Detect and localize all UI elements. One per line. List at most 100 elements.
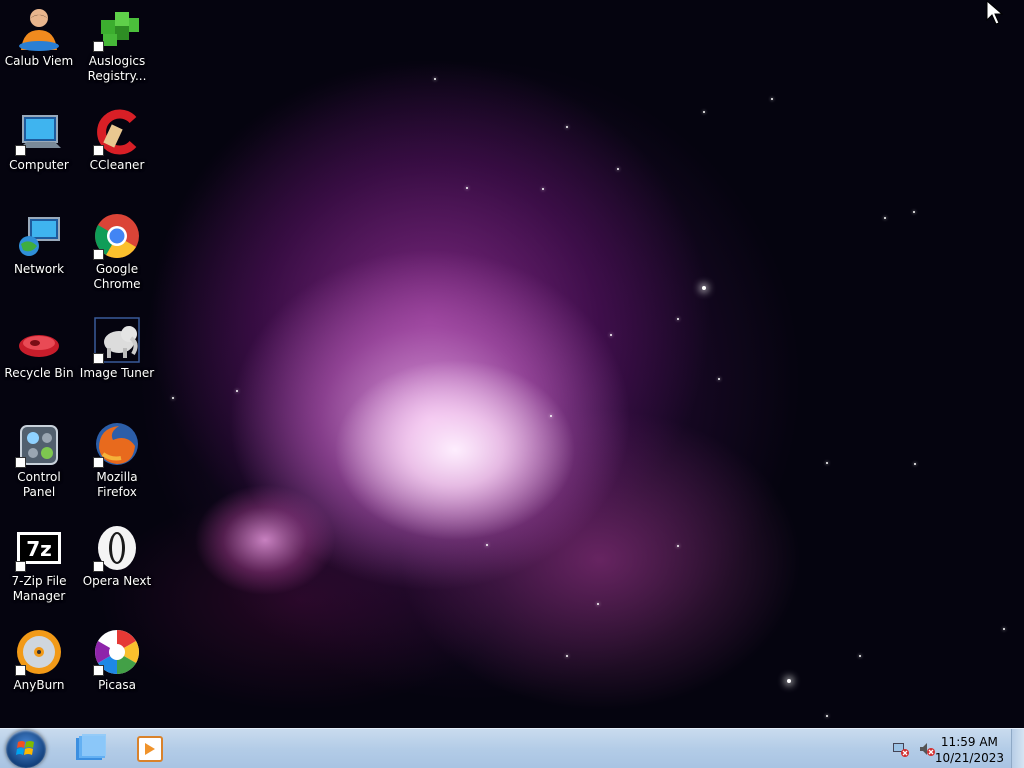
desktop-wallpaper: Calub Viem Computer Network Recycle Bin …: [0, 0, 1024, 728]
star: [702, 286, 706, 290]
network-icon: [15, 212, 63, 260]
star: [542, 188, 544, 190]
taskbar-media-player[interactable]: [128, 732, 172, 766]
star: [550, 415, 552, 417]
recycle-bin-icon: [15, 316, 63, 364]
windows-logo-icon: [16, 741, 34, 755]
icon-label: Image Tuner: [79, 366, 155, 380]
show-desktop-button[interactable]: [1011, 729, 1024, 768]
start-button[interactable]: [6, 730, 46, 768]
shortcut-arrow-icon: [15, 145, 26, 156]
icon-label: Auslogics: [88, 54, 146, 68]
star: [677, 545, 679, 547]
desktop-icon-picasa[interactable]: Picasa: [78, 624, 156, 693]
7zip-icon: 7z: [15, 524, 63, 572]
desktop-icon-auslogics-registry[interactable]: Auslogics Registry...: [78, 0, 156, 84]
icon-label: Manager: [12, 589, 66, 603]
star: [172, 397, 174, 399]
network-tray-icon[interactable]: [892, 741, 910, 761]
desktop-icon-network[interactable]: Network: [0, 208, 78, 277]
star: [914, 463, 916, 465]
registry-cleaner-icon: [93, 4, 141, 52]
file-explorer-icon: [76, 734, 106, 760]
computer-icon: [15, 108, 63, 156]
taskbar-file-explorer[interactable]: [68, 732, 112, 766]
desktop-icon-opera-next[interactable]: Opera Next: [78, 520, 156, 589]
opera-icon: [93, 524, 141, 572]
icon-label: Mozilla: [96, 470, 138, 484]
star: [466, 187, 468, 189]
anyburn-icon: [15, 628, 63, 676]
icon-label: Chrome: [93, 277, 141, 291]
star: [703, 111, 705, 113]
icon-label: Firefox: [97, 485, 137, 499]
star: [826, 462, 828, 464]
desktop-icon-image-tuner[interactable]: Image Tuner: [78, 312, 156, 381]
ccleaner-icon: [93, 108, 141, 156]
shortcut-arrow-icon: [93, 249, 104, 260]
star: [236, 390, 238, 392]
star: [1003, 628, 1005, 630]
icon-label: Network: [13, 262, 65, 276]
icon-label: Google: [95, 262, 139, 276]
mouse-cursor-icon: [986, 0, 1006, 30]
clock[interactable]: 11:59 AM 10/21/2023: [935, 734, 1004, 766]
shortcut-arrow-icon: [93, 353, 104, 364]
star: [486, 544, 488, 546]
control-panel-icon: [15, 420, 63, 468]
star: [597, 603, 599, 605]
star: [610, 334, 612, 336]
clock-date: 10/21/2023: [934, 751, 1004, 765]
shortcut-arrow-icon: [93, 665, 104, 676]
icon-label: CCleaner: [89, 158, 145, 172]
chrome-icon: [93, 212, 141, 260]
media-player-icon: [137, 736, 163, 762]
desktop-icon-control-panel[interactable]: Control Panel: [0, 416, 78, 500]
firefox-icon: [93, 420, 141, 468]
icon-label: Computer: [9, 158, 69, 172]
shortcut-arrow-icon: [15, 665, 26, 676]
desktop-icon-mozilla-firefox[interactable]: Mozilla Firefox: [78, 416, 156, 500]
svg-text:7z: 7z: [26, 537, 52, 561]
icon-label: Registry...: [87, 69, 147, 83]
desktop-icon-user[interactable]: Calub Viem: [0, 0, 78, 69]
star: [718, 378, 720, 380]
shortcut-arrow-icon: [15, 561, 26, 572]
taskbar: 11:59 AM 10/21/2023: [0, 728, 1024, 768]
icon-label: 7-Zip File: [11, 574, 67, 588]
desktop-icon-google-chrome[interactable]: Google Chrome: [78, 208, 156, 292]
picasa-icon: [93, 628, 141, 676]
star: [434, 78, 436, 80]
icon-label: Picasa: [98, 678, 136, 692]
clock-time: 11:59 AM: [940, 735, 998, 749]
user-icon: [15, 4, 63, 52]
desktop-icon-computer[interactable]: Computer: [0, 104, 78, 173]
star: [884, 217, 886, 219]
star: [566, 126, 568, 128]
star: [859, 655, 861, 657]
shortcut-arrow-icon: [93, 41, 104, 52]
star: [826, 715, 828, 717]
star: [787, 679, 791, 683]
shortcut-arrow-icon: [93, 145, 104, 156]
icon-label: Opera Next: [82, 574, 152, 588]
star: [677, 318, 679, 320]
icon-label: Control Panel: [17, 470, 61, 499]
image-tuner-icon: [93, 316, 141, 364]
shortcut-arrow-icon: [15, 457, 26, 468]
desktop-icon-anyburn[interactable]: AnyBurn: [0, 624, 78, 693]
desktop-icon-ccleaner[interactable]: CCleaner: [78, 104, 156, 173]
volume-muted-icon[interactable]: [918, 741, 936, 761]
icon-label: Calub Viem: [4, 54, 74, 68]
star: [913, 211, 915, 213]
star: [771, 98, 773, 100]
star: [566, 655, 568, 657]
desktop-icon-recycle-bin[interactable]: Recycle Bin: [0, 312, 78, 381]
star: [617, 168, 619, 170]
desktop-icon-7zip[interactable]: 7z 7-Zip File Manager: [0, 520, 78, 604]
shortcut-arrow-icon: [93, 457, 104, 468]
icon-label: Recycle Bin: [4, 366, 74, 380]
icon-label: AnyBurn: [13, 678, 65, 692]
shortcut-arrow-icon: [93, 561, 104, 572]
system-tray: 11:59 AM 10/21/2023: [884, 729, 1024, 768]
